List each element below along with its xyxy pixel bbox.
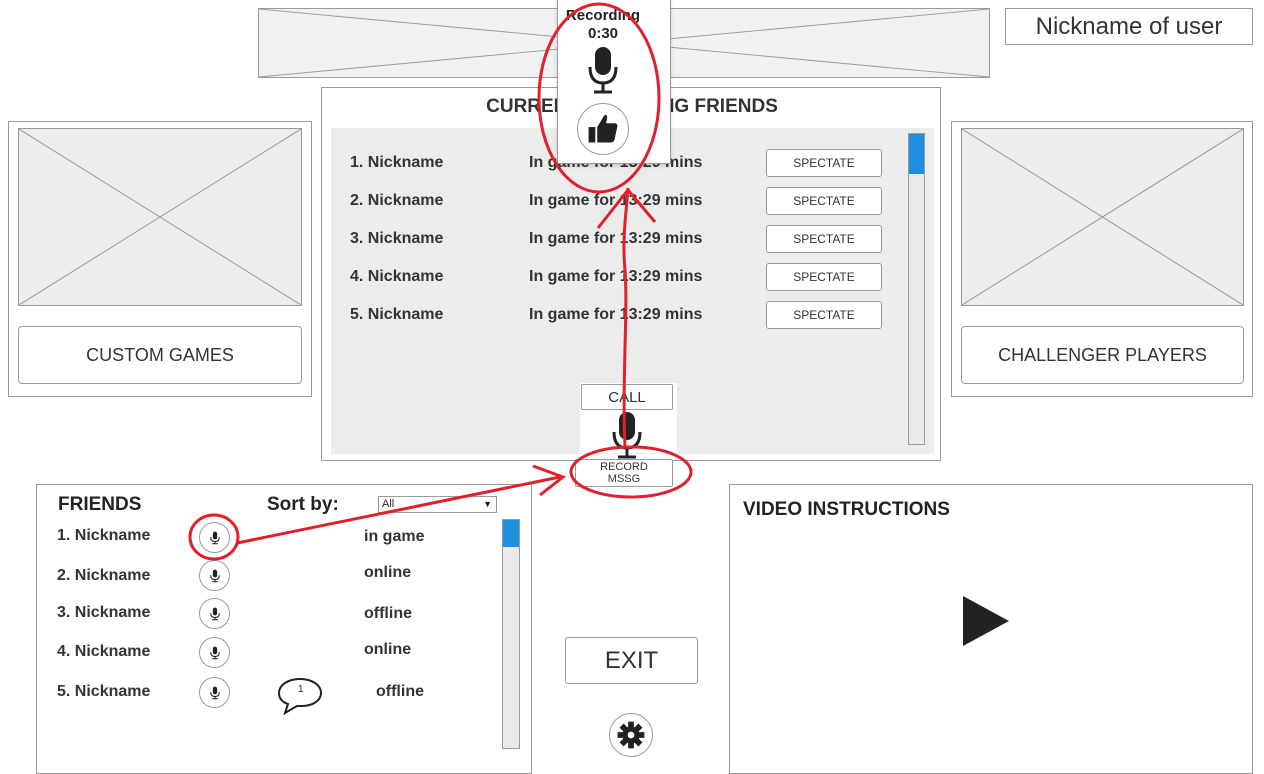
voice-message-button[interactable] [199,637,230,668]
record-button-label-2: MSSG [607,473,641,485]
spectate-button-label: SPECTATE [793,194,855,208]
placeholder-cross [19,129,301,305]
video-instructions-title: VIDEO INSTRUCTIONS [743,499,950,520]
playing-scrollbar[interactable] [908,133,925,445]
call-button[interactable]: CALL [581,384,673,410]
friend-status: in game [364,528,425,545]
recording-title: Recording [565,7,641,24]
spectate-button-label: SPECTATE [793,308,855,322]
playing-row: 4. Nickname In game for 13:29 mins SPECT… [331,263,891,291]
challenger-players-button[interactable]: CHALLENGER PLAYERS [961,326,1244,384]
placeholder-cross [962,129,1243,305]
exit-button-label: EXIT [604,646,659,674]
playing-row-status: In game for 13:29 mins [529,192,703,209]
user-nickname-label: Nickname of user [1035,12,1223,40]
friends-title: FRIENDS [58,494,142,515]
play-icon[interactable] [963,596,1009,646]
playing-row-status: In game for 13:29 mins [529,306,703,323]
microphone-icon [209,569,220,582]
friends-scrollbar[interactable] [502,519,520,749]
sort-by-label: Sort by: [267,494,339,515]
playing-row: 2. Nickname In game for 13:29 mins SPECT… [331,187,891,215]
spectate-button-label: SPECTATE [793,270,855,284]
friend-name: 1. Nickname [57,527,151,544]
playing-row: 3. Nickname In game for 13:29 mins SPECT… [331,225,891,253]
spectate-button[interactable]: SPECTATE [766,225,882,253]
challenger-players-image [961,128,1244,306]
playing-row-status: In game for 13:29 mins [529,268,703,285]
friend-status: offline [364,605,412,622]
thumbs-up-icon [588,114,618,143]
custom-games-button[interactable]: CUSTOM GAMES [18,326,302,384]
chevron-down-icon: ▼ [483,499,492,509]
gear-icon [617,721,645,749]
sort-by-selected: All [382,498,395,510]
settings-button[interactable] [609,713,653,757]
playing-row-status: In game for 13:29 mins [529,230,703,247]
playing-row-name: 5. Nickname [350,306,444,323]
video-instructions-panel: VIDEO INSTRUCTIONS [729,484,1253,774]
currently-playing-list: 1. Nickname In game for 13:29 mins SPECT… [331,128,934,487]
friends-panel: FRIENDS Sort by: All ▼ 1. Nickname in ga… [36,484,532,774]
spectate-button-label: SPECTATE [793,156,855,170]
microphone-icon [209,531,220,544]
record-message-button[interactable]: RECORD MSSG [575,459,673,487]
spectate-button[interactable]: SPECTATE [766,149,882,177]
spectate-button[interactable]: SPECTATE [766,301,882,329]
playing-row-name: 2. Nickname [350,192,444,209]
recording-timer: 0:30 [587,25,619,42]
playing-scrollbar-thumb[interactable] [909,134,924,174]
friend-status: online [364,641,412,658]
spectate-button[interactable]: SPECTATE [766,263,882,291]
custom-games-image [18,128,302,306]
exit-button[interactable]: EXIT [565,637,698,684]
microphone-icon [209,686,220,699]
friend-name: 3. Nickname [57,604,151,621]
friend-status: offline [376,683,424,700]
record-button-label-1: RECORD [600,461,648,473]
voice-message-button[interactable] [199,598,230,629]
spectate-button-label: SPECTATE [793,232,855,246]
user-nickname-box[interactable]: Nickname of user [1005,8,1253,45]
voice-message-button[interactable] [199,677,230,708]
call-button-label: CALL [608,388,646,406]
sort-by-select[interactable]: All ▼ [378,496,497,513]
custom-games-panel: CUSTOM GAMES [8,121,312,397]
annotation-arrowhead [532,464,567,497]
friend-name: 5. Nickname [57,683,151,700]
recording-popup: Recording 0:30 [557,0,671,164]
microphone-icon [609,412,645,460]
spectate-button[interactable]: SPECTATE [766,187,882,215]
friend-status: online [364,564,412,581]
microphone-icon [209,646,220,659]
message-count: 1 [298,684,304,695]
microphone-icon [585,47,621,95]
message-bubble-icon[interactable]: 1 [277,675,323,715]
friends-scrollbar-thumb[interactable] [503,520,519,547]
friend-name: 2. Nickname [57,567,151,584]
playing-row: 5. Nickname In game for 13:29 mins SPECT… [331,301,891,329]
challenger-players-panel: CHALLENGER PLAYERS [951,121,1253,397]
friend-name: 4. Nickname [57,643,151,660]
playing-row-name: 4. Nickname [350,268,444,285]
thumbs-up-button[interactable] [577,103,629,155]
playing-row-name: 1. Nickname [350,154,444,171]
microphone-icon [209,607,220,620]
voice-message-button[interactable] [199,560,230,591]
challenger-players-button-label: CHALLENGER PLAYERS [998,344,1207,365]
voice-message-button[interactable] [199,522,230,553]
custom-games-button-label: CUSTOM GAMES [86,344,234,365]
playing-row-name: 3. Nickname [350,230,444,247]
